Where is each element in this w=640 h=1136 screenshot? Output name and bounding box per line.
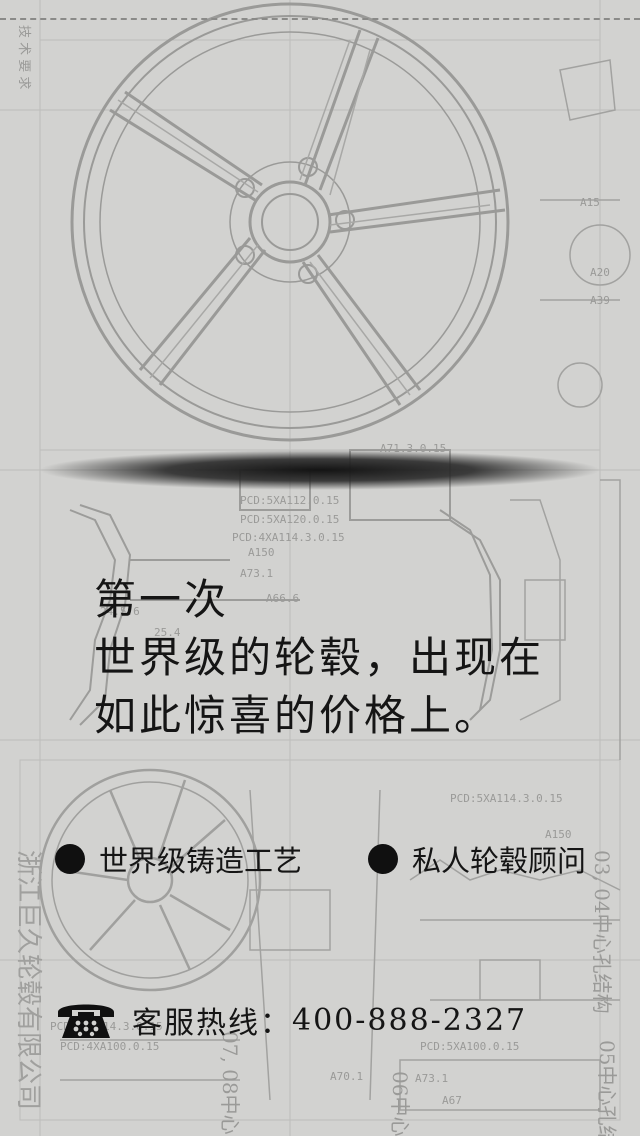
feature-label: 世界级铸造工艺 — [99, 844, 303, 878]
feature-list: 世界级铸造工艺 私人轮毂顾问 — [55, 838, 635, 882]
wheel-blueprint-background: PCD:5XA112.0.15 PCD:5XA120.0.15 PCD:4XA1… — [0, 0, 640, 1136]
wheel-shadow — [40, 450, 600, 490]
svg-text:05中心孔结构: 05中心孔结构 — [595, 1040, 619, 1136]
feature-label: 私人轮毂顾问 — [412, 844, 587, 878]
svg-text:A73.1: A73.1 — [415, 1072, 448, 1085]
bullet-icon — [55, 844, 85, 874]
headline-line-1: 第一次 — [94, 575, 230, 624]
headline-line-2: 世界级的轮毂，出现在 — [94, 633, 545, 682]
svg-text:06中心: 06中心 — [388, 1071, 412, 1136]
feature-item: 私人轮毂顾问 — [368, 838, 586, 880]
svg-text:PCD:5XA120.0.15: PCD:5XA120.0.15 — [240, 513, 339, 526]
headline: 第一次 世界级的轮毂，出现在 如此惊喜的价格上。 — [94, 572, 544, 744]
svg-text:A15: A15 — [580, 196, 600, 209]
bullet-icon — [368, 844, 398, 874]
svg-text:A70.1: A70.1 — [330, 1070, 363, 1083]
hotline-label: 客服热线： — [132, 1006, 292, 1041]
vertical-text-company: 浙江巨久轮毂有限公司 — [13, 850, 43, 1110]
hotline[interactable]: 客服热线： 400-888-2327 — [56, 998, 527, 1042]
dashed-border — [0, 18, 640, 20]
svg-text:07, 08中心: 07, 08中心 — [218, 1031, 242, 1135]
headline-line-3: 如此惊喜的价格上。 — [94, 691, 500, 740]
feature-item: 世界级铸造工艺 — [55, 838, 302, 880]
telephone-icon — [58, 1004, 114, 1038]
svg-text:PCD:5XA114.3.0.15: PCD:5XA114.3.0.15 — [450, 792, 563, 805]
svg-text:A67: A67 — [442, 1094, 462, 1107]
page: PCD:5XA112.0.15 PCD:5XA120.0.15 PCD:4XA1… — [0, 0, 640, 1136]
svg-text:PCD:4XA114.3.0.15: PCD:4XA114.3.0.15 — [232, 531, 345, 544]
svg-text:A20: A20 — [590, 266, 610, 279]
vertical-text-tech: 技 术 要 求 — [16, 25, 31, 89]
hotline-number[interactable]: 400-888-2327 — [292, 1003, 527, 1038]
svg-text:A39: A39 — [590, 294, 610, 307]
svg-text:A150: A150 — [248, 546, 275, 559]
